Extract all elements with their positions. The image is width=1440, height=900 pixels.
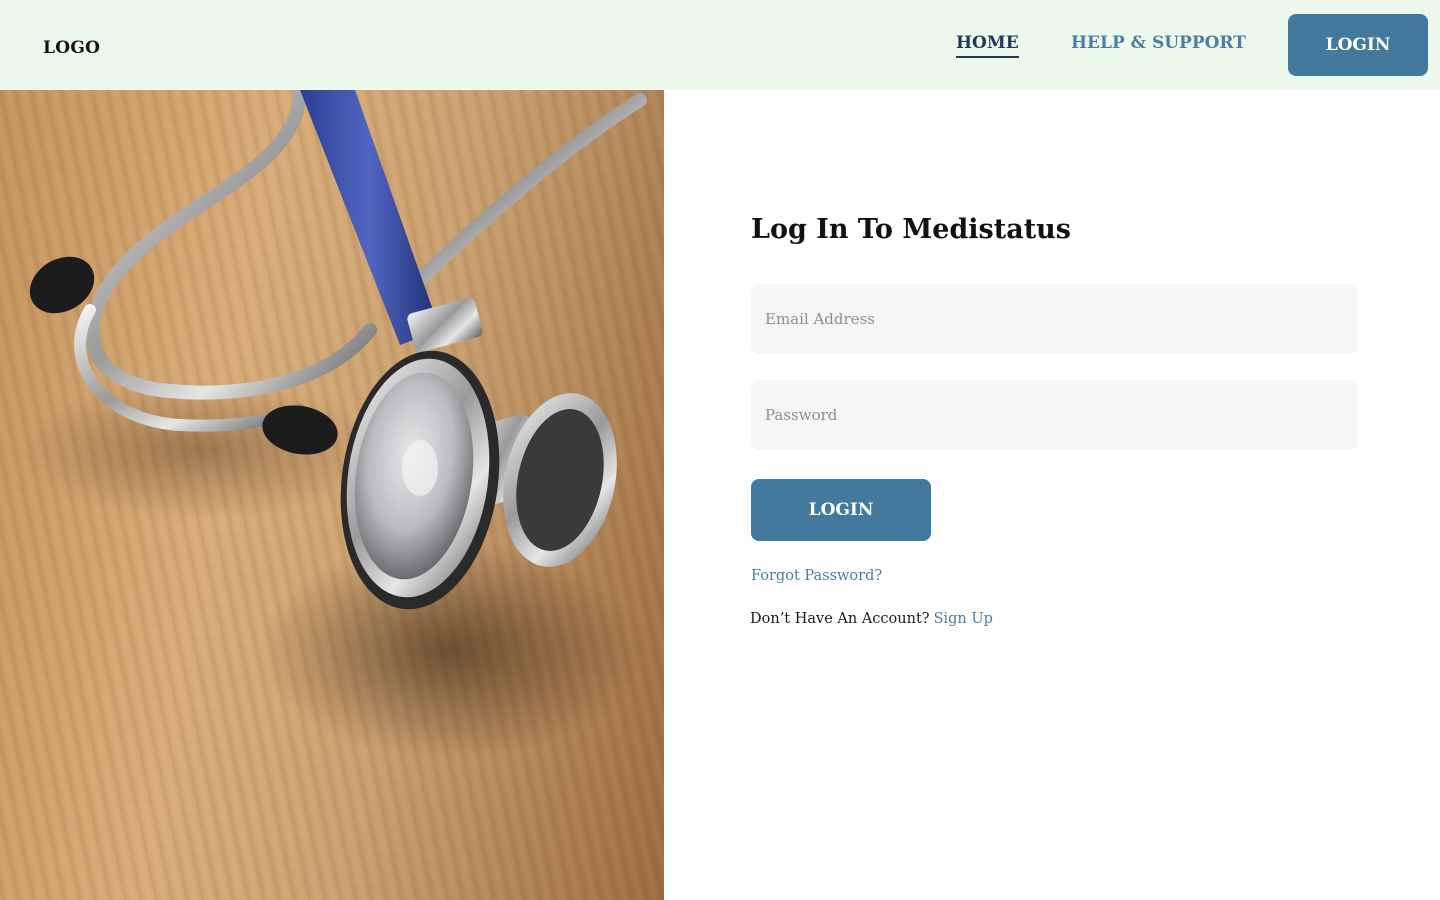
login-button[interactable]: LOGIN (751, 479, 931, 541)
forgot-password-link[interactable]: Forgot Password? (751, 568, 882, 584)
email-field[interactable] (751, 284, 1358, 354)
signup-prompt: Don’t Have An Account? Sign Up (750, 611, 993, 627)
stethoscope-illustration (20, 90, 647, 760)
logo[interactable]: LOGO (43, 38, 100, 58)
no-account-text: Don’t Have An Account? (750, 611, 930, 627)
header-login-button[interactable]: LOGIN (1288, 14, 1428, 76)
top-navbar: LOGO HOME HELP & SUPPORT LOGIN (0, 0, 1440, 90)
stethoscope-hero-image (0, 90, 664, 900)
page-title: Log In To Medistatus (751, 214, 1072, 245)
nav-home-link[interactable]: HOME (956, 33, 1019, 58)
sign-up-link[interactable]: Sign Up (934, 611, 993, 627)
password-field[interactable] (751, 380, 1358, 450)
nav-help-support-link[interactable]: HELP & SUPPORT (1071, 33, 1246, 53)
